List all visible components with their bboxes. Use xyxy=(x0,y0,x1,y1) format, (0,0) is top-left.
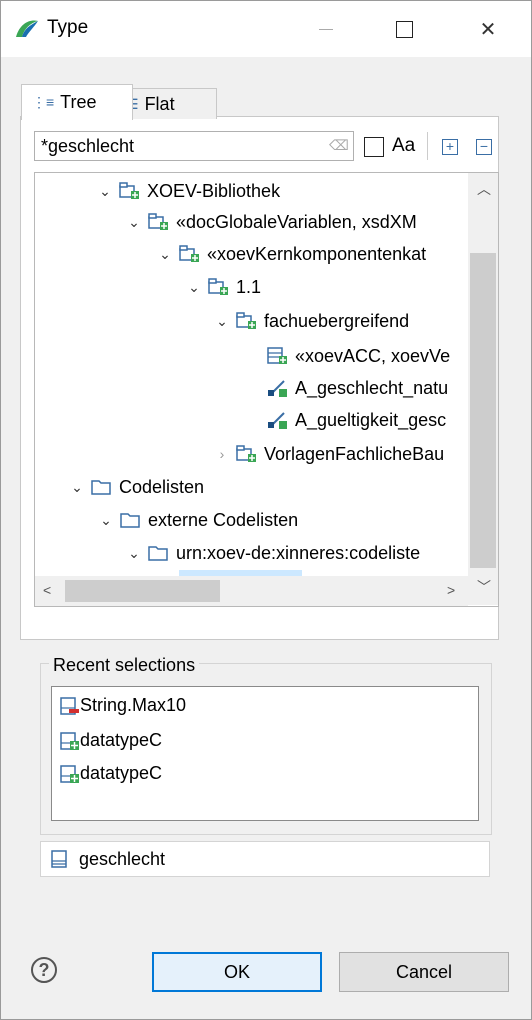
package-plus-icon xyxy=(119,182,139,199)
tree-row[interactable]: ⌄ externe Codelisten xyxy=(98,505,298,535)
tab-tree[interactable]: ⋮≡ Tree xyxy=(21,84,133,120)
chevron-down-icon[interactable]: ⌄ xyxy=(157,246,173,263)
tree-row[interactable]: ⌄ Codelisten xyxy=(69,472,204,502)
tree-view-icon: ⋮≡ xyxy=(32,94,55,110)
association-icon xyxy=(268,412,287,429)
list-item[interactable]: datatypeC xyxy=(60,730,162,751)
list-item-label: String.Max10 xyxy=(80,695,187,715)
maximize-icon xyxy=(395,20,413,38)
chevron-down-icon[interactable]: ⌄ xyxy=(126,214,142,231)
tree-row[interactable]: ⌄ urn:xoev-de:xinneres:codeliste xyxy=(126,538,420,568)
tree-row-label: A_geschlecht_natu xyxy=(295,377,449,398)
scroll-down-icon[interactable]: ﹀ xyxy=(477,577,491,597)
scroll-thumb[interactable] xyxy=(65,580,220,602)
package-plus-icon xyxy=(236,445,256,462)
type-dialog: Type ✕ ⋮≡ Tree ☰ Flat *geschlecht ⌫ Aa +… xyxy=(0,0,532,1020)
selection-status: geschlecht xyxy=(40,841,490,877)
tab-tree-label: Tree xyxy=(60,92,97,112)
tab-flat-label: Flat xyxy=(144,93,175,114)
tree-row-label: urn:xoev-de:xinneres:codeliste xyxy=(176,542,421,563)
minimize-icon xyxy=(319,28,333,30)
close-icon: ✕ xyxy=(479,18,497,41)
collapse-all-icon[interactable]: − xyxy=(476,139,492,155)
chevron-down-icon[interactable]: ⌄ xyxy=(214,313,230,330)
folder-icon xyxy=(120,513,140,528)
title-bar: Type ✕ xyxy=(1,1,531,57)
tree-row[interactable]: A_geschlecht_natu xyxy=(261,373,448,403)
minimize-button[interactable] xyxy=(297,1,355,57)
class-plus-icon xyxy=(267,347,287,364)
association-icon xyxy=(268,380,287,397)
scroll-thumb[interactable] xyxy=(470,253,496,568)
tree-row-label: Codelisten xyxy=(119,476,205,497)
tree-row-label: «docGlobaleVariablen, xsdXM xyxy=(176,211,417,232)
maximize-button[interactable] xyxy=(375,1,433,57)
close-button[interactable]: ✕ xyxy=(459,1,517,57)
chevron-down-icon[interactable]: ⌄ xyxy=(126,545,142,562)
list-item[interactable]: datatypeC xyxy=(60,763,162,784)
cancel-button[interactable]: Cancel xyxy=(339,952,509,992)
help-icon[interactable]: ? xyxy=(31,957,57,983)
list-item-label: datatypeC xyxy=(80,730,163,750)
tree-row-label: fachuebergreifend xyxy=(264,310,410,331)
type-plus-icon xyxy=(60,764,79,783)
list-item[interactable]: String.Max10 xyxy=(60,695,186,716)
chevron-down-icon[interactable]: ⌄ xyxy=(98,512,114,529)
tree-row[interactable]: ⌄ 1.1 xyxy=(186,272,261,302)
chevron-right-icon[interactable]: › xyxy=(214,446,230,462)
app-logo-icon xyxy=(16,20,38,37)
chevron-down-icon[interactable]: ⌄ xyxy=(69,479,85,496)
scroll-right-icon[interactable]: > xyxy=(447,582,455,598)
scroll-up-icon[interactable]: ︿ xyxy=(477,179,491,199)
ok-button[interactable]: OK xyxy=(152,952,322,992)
tree-row-label: «xoevKernkomponentenkat xyxy=(207,243,427,264)
filter-input[interactable]: *geschlecht ⌫ xyxy=(34,131,354,161)
tree-row[interactable]: ⌄ «xoevKernkomponentenkat xyxy=(157,239,426,269)
toolbar-separator xyxy=(427,132,428,160)
tree-row[interactable]: A_gueltigkeit_gesc xyxy=(261,405,446,435)
chevron-down-icon[interactable]: ⌄ xyxy=(186,279,202,296)
clear-filter-icon[interactable]: ⌫ xyxy=(329,137,349,155)
list-item-label: datatypeC xyxy=(80,763,163,783)
type-icon xyxy=(51,850,67,868)
tree-row[interactable]: ⌄ XOEV-Bibliothek xyxy=(97,176,280,206)
tree-row[interactable]: «xoevACC, xoevVe xyxy=(261,341,450,371)
tree-row[interactable]: › VorlagenFachlicheBau xyxy=(214,439,444,469)
filter-value: *geschlecht xyxy=(41,135,135,156)
folder-icon xyxy=(148,546,168,561)
tree-row[interactable]: ⌄ fachuebergreifend xyxy=(214,306,409,336)
package-plus-icon xyxy=(236,312,256,329)
tree-row-label: A_gueltigkeit_gesc xyxy=(295,409,447,430)
case-sensitive-checkbox[interactable] xyxy=(364,137,384,157)
type-tree: ⌄ XOEV-Bibliothek ⌄ «docGlobaleVariablen… xyxy=(34,172,499,607)
type-minus-icon xyxy=(60,696,79,715)
folder-icon xyxy=(91,480,111,495)
case-sensitive-label: Aa xyxy=(392,135,416,156)
scroll-left-icon[interactable]: < xyxy=(43,582,51,598)
status-label: geschlecht xyxy=(79,848,166,869)
package-plus-icon xyxy=(148,213,168,230)
tree-row-label: 1.1 xyxy=(236,276,262,297)
package-plus-icon xyxy=(179,245,199,262)
type-plus-icon xyxy=(60,731,79,750)
tree-row-label: VorlagenFachlicheBau xyxy=(264,443,445,464)
tree-vertical-scrollbar[interactable]: ︿ ﹀ xyxy=(468,173,498,605)
tree-horizontal-scrollbar[interactable]: < > xyxy=(35,576,468,606)
package-plus-icon xyxy=(208,278,228,295)
window-title: Type xyxy=(47,17,89,38)
chevron-down-icon[interactable]: ⌄ xyxy=(97,183,113,200)
tree-row-label: XOEV-Bibliothek xyxy=(147,180,281,201)
tree-row[interactable]: ⌄ «docGlobaleVariablen, xsdXM xyxy=(126,207,417,237)
recent-selections-label: Recent selections xyxy=(49,655,200,676)
tree-row-label: externe Codelisten xyxy=(148,509,299,530)
tree-row-label: «xoevACC, xoevVe xyxy=(295,345,451,366)
recent-selections-list: String.Max10 datatypeC datatypeC xyxy=(51,686,479,821)
expand-all-icon[interactable]: + xyxy=(442,139,458,155)
